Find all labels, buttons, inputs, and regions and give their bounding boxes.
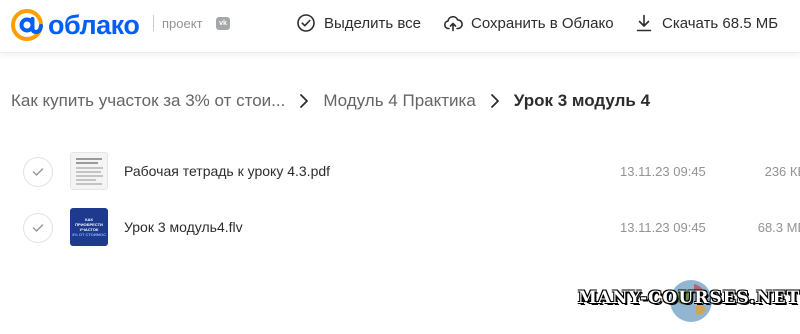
logo-text: облако — [48, 10, 140, 40]
checkmark-icon — [32, 168, 44, 176]
thumb-text-line: 3% ОТ СТОИМОС — [71, 232, 106, 237]
breadcrumb: Как купить участок за 3% от стои... Моду… — [11, 91, 650, 111]
cloud-upload-icon — [444, 15, 463, 32]
top-bar: облако проект vk Выделить все Сохранить … — [0, 0, 800, 53]
breadcrumb-item-course[interactable]: Как купить участок за 3% от стои... — [11, 91, 285, 111]
save-to-cloud-label: Сохранить в Облако — [471, 14, 614, 32]
video-thumbnail: КАК ПРИОБРЕСТИ УЧАСТОК 3% ОТ СТОИМОС — [70, 208, 108, 246]
file-name[interactable]: Урок 3 модуль4.flv — [124, 219, 243, 235]
file-date: 13.11.23 09:45 — [620, 164, 706, 179]
vk-badge: vk — [216, 17, 230, 30]
chevron-right-icon — [490, 94, 499, 108]
file-name[interactable]: Рабочая тетрадь к уроку 4.3.pdf — [124, 163, 330, 179]
at-sign-logo-icon — [11, 9, 43, 41]
file-date: 13.11.23 09:45 — [620, 220, 706, 235]
checkmark-icon — [32, 224, 44, 232]
download-button[interactable]: Скачать 68.5 МБ — [634, 13, 778, 33]
watermark-text: MANY-COURSES.NET — [578, 288, 800, 308]
logo-divider — [153, 15, 154, 31]
download-icon — [636, 14, 652, 32]
save-to-cloud-button[interactable]: Сохранить в Облако — [443, 13, 614, 33]
select-all-button[interactable]: Выделить все — [296, 13, 421, 33]
file-row[interactable]: КАК ПРИОБРЕСТИ УЧАСТОК 3% ОТ СТОИМОС Уро… — [0, 200, 800, 256]
file-row[interactable]: Рабочая тетрадь к уроку 4.3.pdf 13.11.23… — [0, 144, 800, 200]
file-select-checkbox[interactable] — [23, 213, 53, 243]
cloud-logo[interactable]: облако — [10, 8, 140, 42]
file-size: 236 КБ — [764, 164, 800, 179]
select-all-label: Выделить все — [324, 14, 422, 32]
check-circle-icon — [297, 14, 315, 32]
file-size: 68.3 МБ — [757, 220, 800, 235]
file-select-checkbox[interactable] — [23, 157, 53, 187]
pdf-thumbnail — [70, 152, 108, 190]
download-label: Скачать 68.5 МБ — [662, 14, 779, 32]
breadcrumb-item-current: Урок 3 модуль 4 — [513, 91, 651, 110]
project-label: проект — [162, 16, 203, 31]
chevron-right-icon — [300, 94, 309, 108]
breadcrumb-item-module[interactable]: Модуль 4 Практика — [323, 91, 475, 111]
